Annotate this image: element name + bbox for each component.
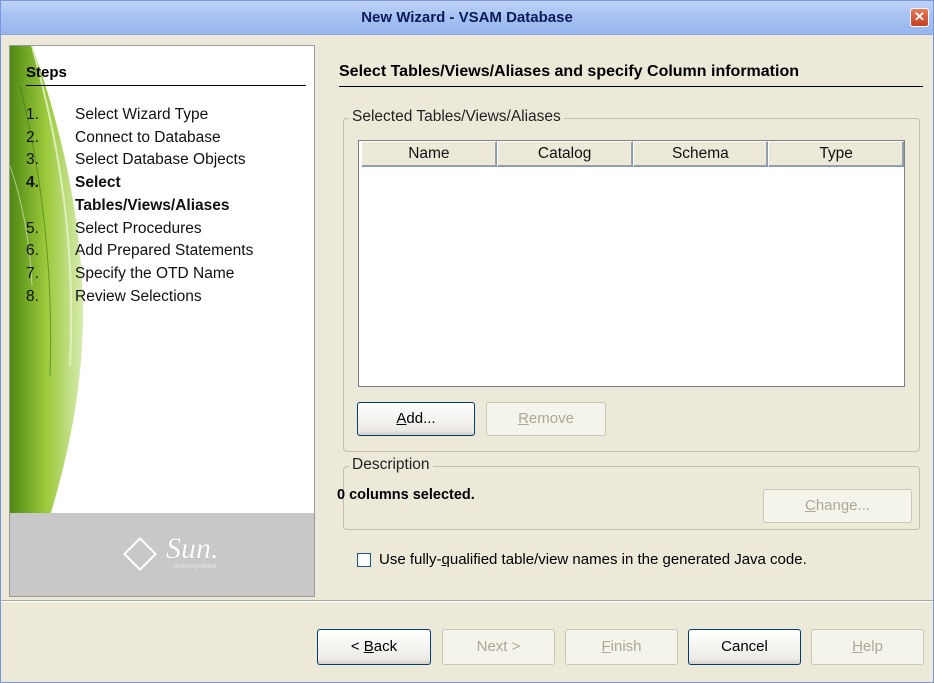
finish-mnemonic: F xyxy=(601,638,611,655)
step-number: 4. xyxy=(26,174,39,192)
step-number: 2. xyxy=(26,128,39,146)
next-button[interactable]: Next > xyxy=(442,629,555,665)
add-label: dd... xyxy=(406,410,436,427)
qualified-names-checkbox[interactable] xyxy=(357,552,371,567)
footer-separator xyxy=(1,600,933,602)
step-number: 8. xyxy=(26,287,39,305)
step-label: Select Database Objects xyxy=(75,151,246,169)
cancel-button[interactable]: Cancel xyxy=(688,629,801,665)
step-item: 5. Select Procedures xyxy=(26,218,311,241)
checkbox-label-mnemonic: q xyxy=(441,551,450,568)
sun-logo-subtext: microsystems xyxy=(174,564,217,570)
column-header-schema[interactable]: Schema xyxy=(632,141,769,167)
step-number: 3. xyxy=(26,151,39,169)
column-header-type[interactable]: Type xyxy=(768,141,904,167)
step-label: Select Tables/Views/Aliases xyxy=(75,174,230,214)
help-button[interactable]: Help xyxy=(811,629,924,665)
steps-list: 1. Select Wizard Type 2. Connect to Databa… xyxy=(26,104,311,308)
selected-tables-table[interactable]: Name Catalog Schema Type xyxy=(358,140,905,387)
remove-label: emove xyxy=(528,410,574,427)
back-label: ack xyxy=(373,638,398,655)
step-label: Connect to Database xyxy=(75,128,221,146)
help-mnemonic: H xyxy=(852,638,863,655)
steps-divider xyxy=(26,85,306,86)
title-divider xyxy=(339,86,923,87)
checkbox-label-pre: Use fully- xyxy=(379,551,442,568)
remove-button[interactable]: Remove xyxy=(486,402,606,436)
step-item-current: 4. Select Tables/Views/Aliases xyxy=(26,172,311,217)
help-label: elp xyxy=(862,638,883,655)
sun-logo: Sun. microsystems xyxy=(123,532,248,576)
page-title: Select Tables/Views/Aliases and specify … xyxy=(339,63,799,80)
step-item: 8. Review Selections xyxy=(26,286,311,309)
step-item: 3. Select Database Objects xyxy=(26,149,311,172)
back-button[interactable]: < Back xyxy=(317,629,431,665)
change-mnemonic: C xyxy=(804,497,816,514)
cancel-label: Cancel xyxy=(721,638,768,655)
next-label: Next > xyxy=(476,638,521,655)
selected-tables-legend: Selected Tables/Views/Aliases xyxy=(349,108,564,126)
add-mnemonic: A xyxy=(396,410,407,427)
change-button[interactable]: Change... xyxy=(763,489,912,523)
table-header-row: Name Catalog Schema Type xyxy=(359,141,904,167)
back-prefix: < xyxy=(350,638,364,655)
description-legend: Description xyxy=(349,456,433,474)
back-mnemonic: B xyxy=(363,638,374,655)
add-button[interactable]: Add... xyxy=(357,402,475,436)
wizard-window: New Wizard - VSAM Database ✕ Steps 1. Sel… xyxy=(0,0,934,683)
column-header-name[interactable]: Name xyxy=(361,141,497,167)
window-title: New Wizard - VSAM Database xyxy=(361,9,573,26)
sun-logo-text: Sun. xyxy=(166,532,219,565)
title-bar: New Wizard - VSAM Database ✕ xyxy=(1,1,933,35)
step-number: 5. xyxy=(26,219,39,237)
sun-diamond-icon xyxy=(123,537,157,571)
change-label: hange... xyxy=(815,497,871,514)
step-item: 2. Connect to Database xyxy=(26,127,311,150)
step-label: Select Procedures xyxy=(75,219,202,237)
step-label: Add Prepared Statements xyxy=(75,242,254,260)
step-label: Review Selections xyxy=(75,287,202,305)
step-item: 7. Specify the OTD Name xyxy=(26,263,311,286)
column-header-catalog[interactable]: Catalog xyxy=(496,141,633,167)
logo-panel: Sun. microsystems xyxy=(10,513,314,596)
step-item: 6. Add Prepared Statements xyxy=(26,240,311,263)
step-number: 6. xyxy=(26,242,39,260)
step-number: 7. xyxy=(26,264,39,282)
description-text: 0 columns selected. xyxy=(337,487,475,503)
checkbox-label-post: ualified table/view names in the generat… xyxy=(449,551,807,568)
steps-title: Steps xyxy=(26,64,67,81)
close-button[interactable]: ✕ xyxy=(910,8,929,27)
qualified-names-option[interactable]: Use fully-q ualified table/view names in … xyxy=(357,551,807,568)
step-label: Select Wizard Type xyxy=(75,106,209,123)
remove-mnemonic: R xyxy=(518,410,529,427)
step-label: Specify the OTD Name xyxy=(75,264,235,282)
finish-label: inish xyxy=(610,638,642,655)
step-number: 1. xyxy=(26,106,39,123)
steps-pane: Steps 1. Select Wizard Type 2. Connect to … xyxy=(9,45,315,597)
finish-button[interactable]: Finish xyxy=(565,629,678,665)
step-item: 1. Select Wizard Type xyxy=(26,104,311,127)
